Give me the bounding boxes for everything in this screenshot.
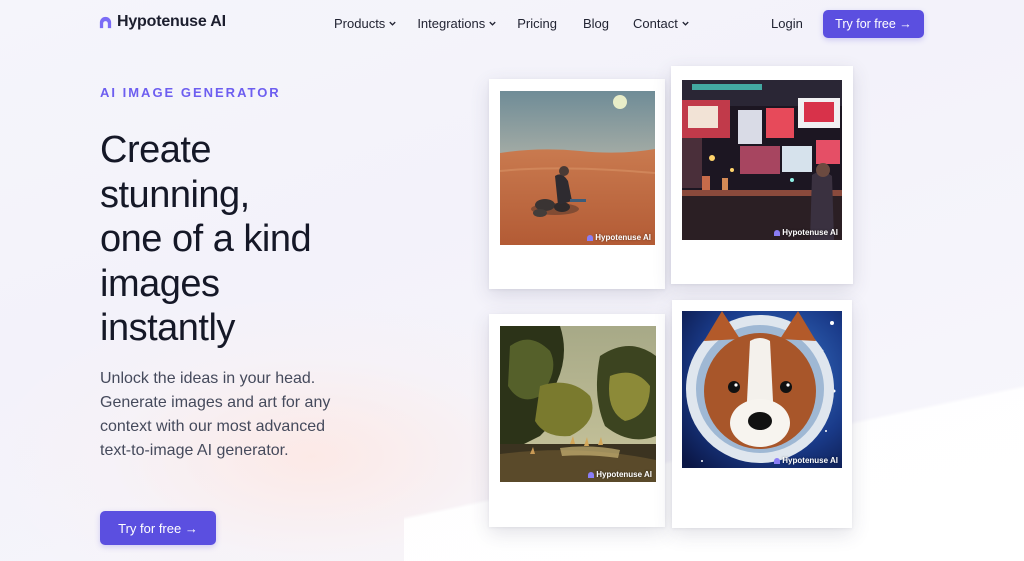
generated-image-neon-bar: Hypotenuse AI: [682, 80, 842, 240]
headline-line: Create: [100, 129, 212, 171]
watermark-label: Hypotenuse AI: [782, 228, 838, 237]
login-link[interactable]: Login: [771, 16, 803, 31]
watermark-logo-icon: [588, 471, 595, 478]
headline-line: instantly: [100, 307, 235, 349]
chevron-down-icon: [389, 21, 396, 26]
chevron-down-icon: [489, 21, 496, 26]
brand-logo[interactable]: Hypotenuse AI: [98, 13, 226, 31]
watermark: Hypotenuse AI: [587, 233, 651, 242]
generated-image-desert: Hypotenuse AI: [500, 91, 655, 245]
headline-line: stunning,: [100, 173, 250, 216]
watermark-label: Hypotenuse AI: [595, 233, 651, 242]
watermark: Hypotenuse AI: [774, 456, 838, 465]
watermark-logo-icon: [774, 229, 781, 236]
gallery-card-corgi: Hypotenuse AI: [672, 300, 852, 528]
nav-item-label: Contact: [633, 16, 678, 31]
brand-name: Hypotenuse AI: [117, 13, 226, 30]
nav-links: Products Integrations Pricing Blog Conta…: [334, 16, 710, 31]
nav-item-contact[interactable]: Contact: [633, 16, 690, 31]
nav-item-label: Blog: [583, 16, 610, 31]
nav-try-free-button[interactable]: Try for free →: [823, 10, 924, 38]
nav-item-label: Pricing: [517, 16, 557, 31]
nav-item-products[interactable]: Products: [334, 16, 397, 31]
logo-icon: [99, 16, 112, 28]
chevron-down-icon: [682, 21, 689, 26]
nav-item-label: Integrations: [417, 16, 486, 31]
watermark: Hypotenuse AI: [588, 470, 652, 479]
watermark-label: Hypotenuse AI: [596, 470, 652, 479]
nav-item-blog[interactable]: Blog: [583, 16, 609, 31]
watermark-logo-icon: [587, 234, 594, 241]
gallery-card-desert: Hypotenuse AI: [489, 79, 665, 289]
watermark-label: Hypotenuse AI: [782, 456, 838, 465]
generated-image-forest: Hypotenuse AI: [500, 326, 656, 482]
hero-try-free-button[interactable]: Try for free →: [100, 511, 216, 545]
watermark-logo-icon: [774, 457, 781, 464]
nav-item-pricing[interactable]: Pricing: [517, 16, 557, 31]
nav-item-label: Products: [334, 16, 386, 31]
headline-line: images: [100, 262, 220, 305]
gallery-card-forest: Hypotenuse AI: [489, 314, 665, 527]
watermark: Hypotenuse AI: [774, 228, 838, 237]
hero-eyebrow: AI IMAGE GENERATOR: [100, 85, 281, 100]
gallery-card-neon-bar: Hypotenuse AI: [671, 66, 853, 284]
top-nav: Hypotenuse AI Products Integrations Pric…: [0, 0, 1024, 48]
hero-headline: Create stunning, one of a kind images in…: [100, 128, 420, 351]
nav-item-integrations[interactable]: Integrations: [417, 16, 497, 31]
generated-image-corgi: Hypotenuse AI: [682, 311, 842, 468]
hero-subtext: Unlock the ideas in your head. Generate …: [100, 370, 331, 459]
headline-line: one of a kind: [100, 218, 312, 260]
